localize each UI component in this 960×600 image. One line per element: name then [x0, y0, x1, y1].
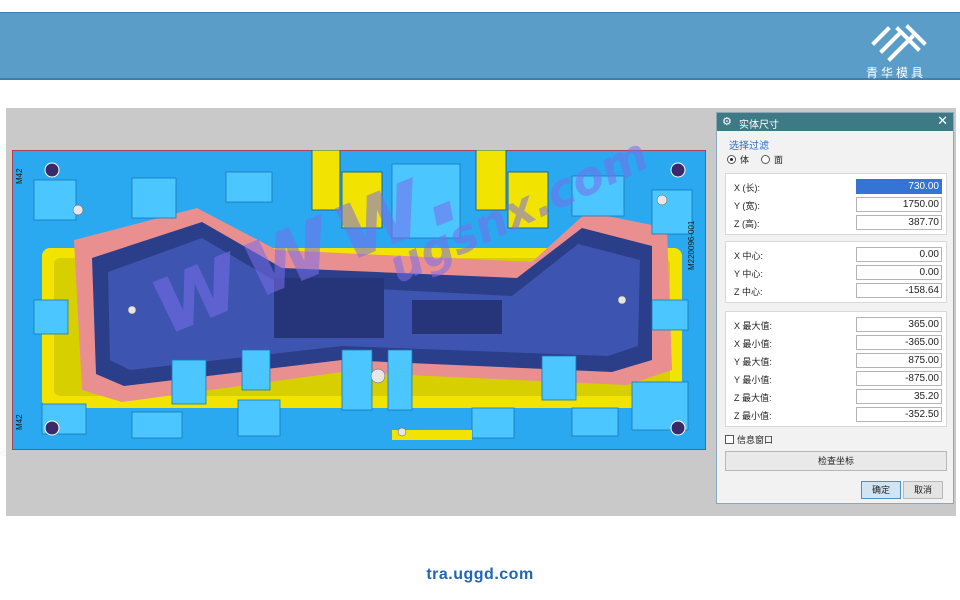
label-top-left: M42	[15, 168, 24, 184]
ok-button[interactable]: 确定	[861, 481, 901, 499]
row-y-min: Y 最小值: -875.00	[726, 370, 948, 388]
x-min-label: X 最小值:	[734, 339, 773, 349]
row-x-min: X 最小值: -365.00	[726, 334, 948, 352]
model-viewport[interactable]: M42 M42 M220096-001	[6, 108, 714, 516]
label-right-side: M220096-001	[687, 220, 696, 270]
x-max-label: X 最大值:	[734, 321, 773, 331]
x-length-label: X (长):	[734, 183, 760, 193]
x-max-field[interactable]: 365.00	[856, 317, 942, 332]
z-min-label: Z 最小值:	[734, 411, 772, 421]
y-center-field[interactable]: 0.00	[856, 265, 942, 280]
x-min-field[interactable]: -365.00	[856, 335, 942, 350]
row-x-center: X 中心: 0.00	[726, 246, 948, 264]
close-icon[interactable]: ✕	[937, 113, 948, 129]
footer-url: tra.uggd.com	[426, 566, 534, 583]
radio-face-label: 面	[774, 155, 784, 165]
y-center-label: Y 中心:	[734, 269, 763, 279]
y-min-label: Y 最小值:	[734, 375, 772, 385]
y-max-field[interactable]: 875.00	[856, 353, 942, 368]
header-banner: 青华模具	[0, 12, 960, 80]
logo-text: 青华模具	[865, 66, 926, 80]
y-max-label: Y 最大值:	[734, 357, 772, 367]
y-width-field[interactable]: 1750.00	[856, 197, 942, 212]
z-height-field[interactable]: 387.70	[856, 215, 942, 230]
radio-solid[interactable]	[727, 155, 736, 164]
row-y-width: Y (宽): 1750.00	[726, 196, 948, 214]
z-max-label: Z 最大值:	[734, 393, 772, 403]
z-center-field[interactable]: -158.64	[856, 283, 942, 298]
row-y-max: Y 最大值: 875.00	[726, 352, 948, 370]
info-window-checkbox[interactable]	[725, 435, 734, 444]
slide: 青华模具 M42 M42 M220096-001 www. ugsnx.com …	[0, 0, 960, 600]
check-coordinates-button[interactable]: 检查坐标	[725, 451, 947, 471]
info-window-option: 信息窗口	[725, 433, 773, 446]
x-center-label: X 中心:	[734, 251, 764, 261]
label-bottom-left: M42	[15, 414, 24, 430]
dialog-title: 实体尺寸	[739, 120, 779, 131]
info-window-label: 信息窗口	[737, 435, 774, 445]
radio-face[interactable]	[761, 155, 771, 164]
extents-group: X 最大值: 365.00 X 最小值: -365.00 Y 最大值: 875.…	[725, 311, 947, 427]
row-z-min: Z 最小值: -352.50	[726, 406, 948, 424]
selection-filter-label: 选择过滤	[729, 141, 769, 152]
y-width-label: Y (宽):	[734, 201, 760, 211]
gear-icon[interactable]: ⚙	[722, 115, 732, 128]
z-center-label: Z 中心:	[734, 287, 763, 297]
solid-dimension-dialog: ⚙ 实体尺寸 ✕ 选择过滤 体 面 X (长): 730.00 Y (宽): 1…	[716, 112, 954, 504]
filter-radio-group: 体 面	[727, 153, 783, 166]
size-group: X (长): 730.00 Y (宽): 1750.00 Z (高): 387.…	[725, 173, 947, 235]
mold-model: M42 M42 M220096-001	[12, 150, 706, 450]
radio-solid-label: 体	[740, 155, 750, 165]
row-y-center: Y 中心: 0.00	[726, 264, 948, 282]
z-height-label: Z (高):	[734, 219, 760, 229]
dialog-titlebar[interactable]: ⚙ 实体尺寸 ✕	[717, 113, 953, 131]
row-z-height: Z (高): 387.70	[726, 214, 948, 232]
cancel-button[interactable]: 取消	[903, 481, 943, 499]
z-min-field[interactable]: -352.50	[856, 407, 942, 422]
y-min-field[interactable]: -875.00	[856, 371, 942, 386]
row-z-center: Z 中心: -158.64	[726, 282, 948, 300]
center-group: X 中心: 0.00 Y 中心: 0.00 Z 中心: -158.64	[725, 241, 947, 303]
x-center-field[interactable]: 0.00	[856, 247, 942, 262]
logo-mark-icon	[871, 24, 927, 62]
z-max-field[interactable]: 35.20	[856, 389, 942, 404]
row-x-max: X 最大值: 365.00	[726, 316, 948, 334]
row-z-max: Z 最大值: 35.20	[726, 388, 948, 406]
x-length-field[interactable]: 730.00	[856, 179, 942, 194]
row-x-length: X (长): 730.00	[726, 178, 948, 196]
company-logo: 青华模具	[854, 21, 938, 81]
